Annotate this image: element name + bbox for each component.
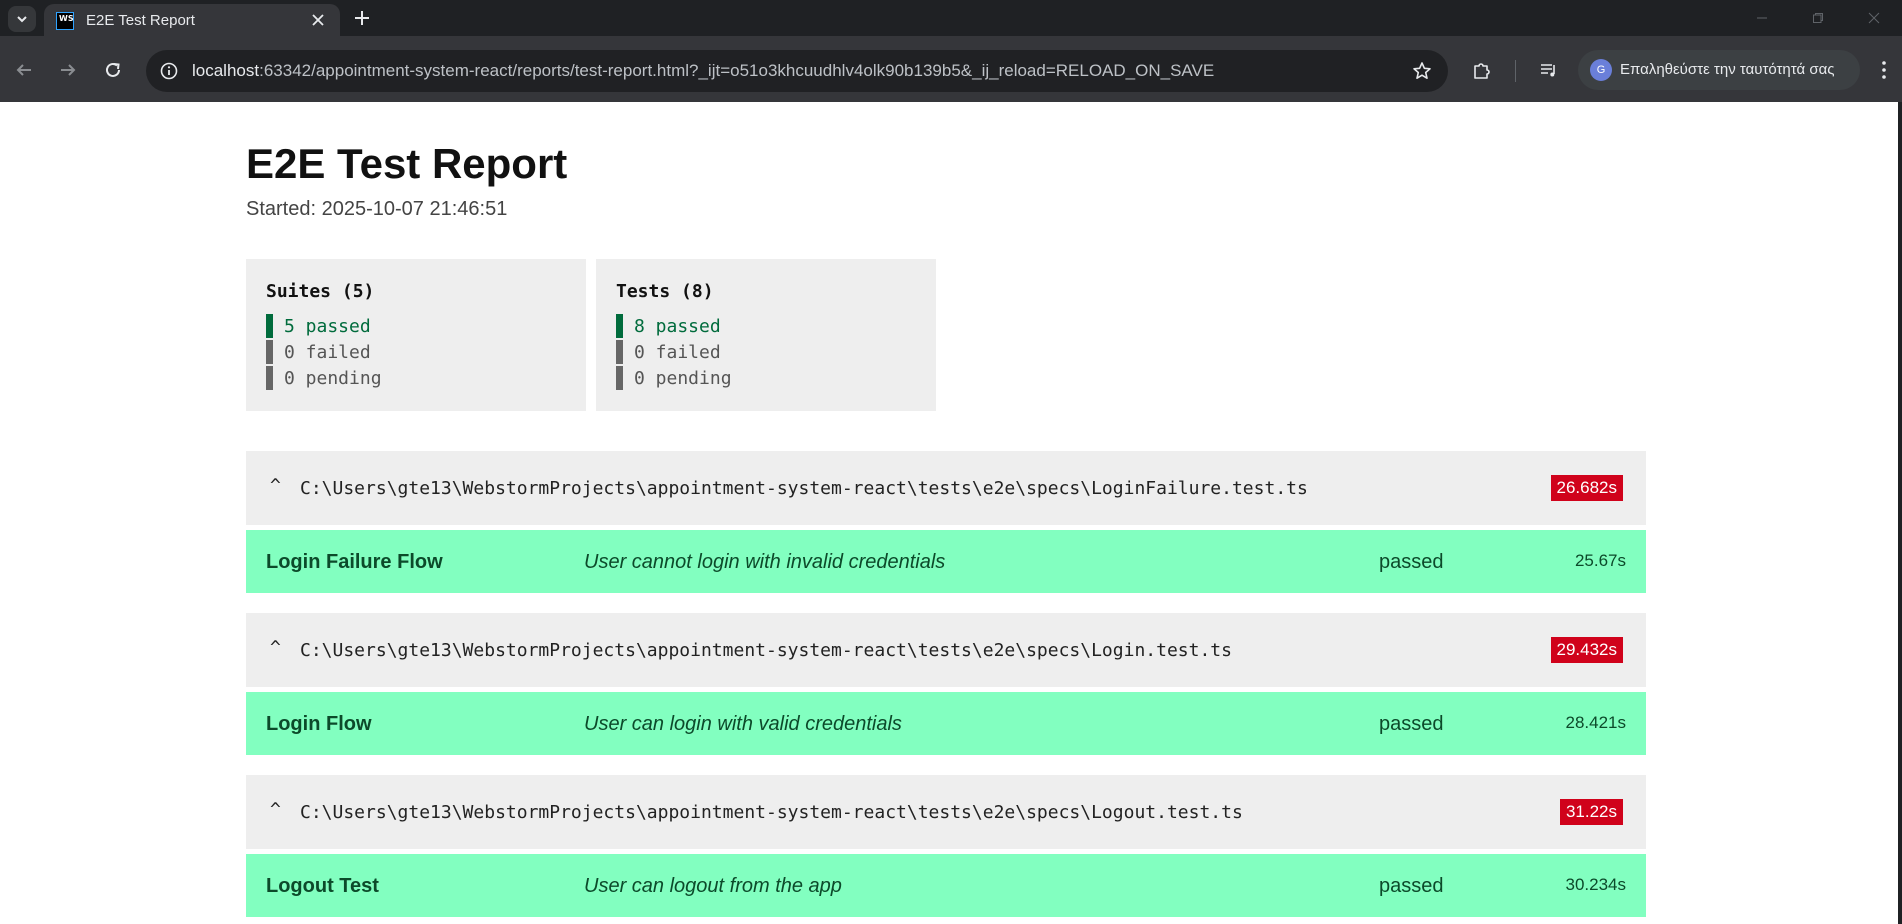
suites-failed-stat: 0 failed [266,340,371,364]
window-edge [1898,102,1902,924]
suites-summary: Suites (5) 5 passed 0 failed 0 pending [246,259,586,411]
suites-pending-stat: 0 pending [266,366,382,390]
tests-pending-stat: 0 pending [616,366,732,390]
restore-icon [1813,13,1823,23]
browser-toolbar: localhost:63342/appointment-system-react… [0,36,1902,102]
collapse-caret-icon[interactable]: ^ [270,637,281,658]
tests-summary-title: Tests (8) [616,281,714,302]
url-path: :63342/appointment-system-react/reports/… [259,61,1215,80]
passed-indicator [266,314,273,338]
suites-passed-stat: 5 passed [266,314,371,338]
plus-icon [355,11,369,25]
minimize-icon [1757,17,1767,19]
tests-failed-stat: 0 failed [616,340,721,364]
report-page: E2E Test Report Started: 2025-10-07 21:4… [0,102,1898,924]
test-row: Login Flow User can login with valid cre… [246,692,1646,755]
close-window-button[interactable] [1846,0,1902,36]
browser-menu-button[interactable] [1872,56,1896,84]
webstorm-favicon-icon: WS [56,12,74,30]
reload-icon [106,62,120,77]
address-bar[interactable]: localhost:63342/appointment-system-react… [146,50,1448,92]
suite-file-path: C:\Users\gte13\WebstormProjects\appointm… [300,640,1232,661]
test-row: Login Failure Flow User cannot login wit… [246,530,1646,593]
tests-failed-text: 0 failed [634,341,721,363]
test-duration: 30.234s [1565,875,1627,894]
restore-button[interactable] [1790,0,1846,36]
test-suite-name: Logout Test [266,875,379,897]
pending-indicator [616,366,623,390]
close-icon [1868,12,1880,24]
test-duration: 25.67s [1574,551,1626,570]
tests-passed-text: 8 passed [634,315,721,337]
arrow-left-icon [16,64,31,76]
back-button[interactable] [10,56,38,84]
test-description: User can login with valid credentials [584,713,902,735]
url-text[interactable]: localhost:63342/appointment-system-react… [192,61,1214,81]
page-title: E2E Test Report [246,140,568,187]
tab-search-button[interactable] [8,6,36,32]
profile-verify-label: Επαληθεύστε την ταυτότητά σας [1620,61,1835,78]
test-duration: 28.421s [1565,713,1627,732]
collapse-caret-icon[interactable]: ^ [270,799,281,820]
browser-tab[interactable]: WS E2E Test Report [44,4,340,36]
pending-indicator [266,366,273,390]
test-status: passed [1379,713,1444,735]
toolbar-separator [1515,60,1516,82]
suite-duration-badge: 29.432s [1550,637,1623,663]
suite-header[interactable]: ^ C:\Users\gte13\WebstormProjects\appoin… [246,775,1646,849]
test-row: Logout Test User can logout from the app… [246,854,1646,917]
extensions-button[interactable] [1468,56,1496,84]
suites-passed-text: 5 passed [284,315,371,337]
suite-duration-badge: 31.22s [1559,799,1623,825]
star-icon [1413,62,1431,79]
bookmark-button[interactable] [1410,59,1434,83]
passed-indicator [616,314,623,338]
url-host: localhost [192,61,260,80]
tab-title: E2E Test Report [86,12,195,29]
started-value: 2025-10-07 21:46:51 [321,198,508,220]
suite-file-path: C:\Users\gte13\WebstormProjects\appointm… [300,478,1308,499]
more-vertical-icon [1882,61,1886,79]
test-suite-name: Login Flow [266,713,372,735]
tests-summary: Tests (8) 8 passed 0 failed 0 pending [596,259,936,411]
tab-strip: WS E2E Test Report [0,0,1902,36]
close-icon [312,14,324,26]
reload-button[interactable] [99,56,127,84]
suites-pending-text: 0 pending [284,367,382,389]
started-label: Started: [246,198,322,220]
window-controls [1734,0,1902,36]
test-status: passed [1379,551,1444,573]
tests-passed-stat: 8 passed [616,314,721,338]
playlist-icon [1541,64,1555,77]
minimize-button[interactable] [1734,0,1790,36]
failed-indicator [616,340,623,364]
media-controls-button[interactable] [1535,56,1563,84]
arrow-right-icon [61,64,76,76]
tests-pending-text: 0 pending [634,367,732,389]
test-suite-name: Login Failure Flow [266,551,443,573]
suites-summary-title: Suites (5) [266,281,375,302]
suites-failed-text: 0 failed [284,341,371,363]
puzzle-icon [1474,63,1490,79]
started-timestamp: Started: 2025-10-07 21:46:51 [246,198,507,221]
failed-indicator [266,340,273,364]
test-status: passed [1379,875,1444,897]
suite-file-path: C:\Users\gte13\WebstormProjects\appointm… [300,802,1243,823]
collapse-caret-icon[interactable]: ^ [270,475,281,496]
test-description: User cannot login with invalid credentia… [584,551,946,573]
chevron-down-icon [17,16,27,23]
info-icon [160,62,178,80]
profile-avatar: G [1590,59,1612,81]
suite-duration-badge: 26.682s [1550,475,1623,501]
suite-header[interactable]: ^ C:\Users\gte13\WebstormProjects\appoin… [246,613,1646,687]
site-info-button[interactable] [156,58,182,84]
test-description: User can logout from the app [584,875,842,897]
tab-close-button[interactable] [308,10,328,30]
suite-header[interactable]: ^ C:\Users\gte13\WebstormProjects\appoin… [246,451,1646,525]
profile-button[interactable]: G Επαληθεύστε την ταυτότητά σας [1578,50,1860,90]
new-tab-button[interactable] [350,6,374,30]
forward-button[interactable] [54,56,82,84]
